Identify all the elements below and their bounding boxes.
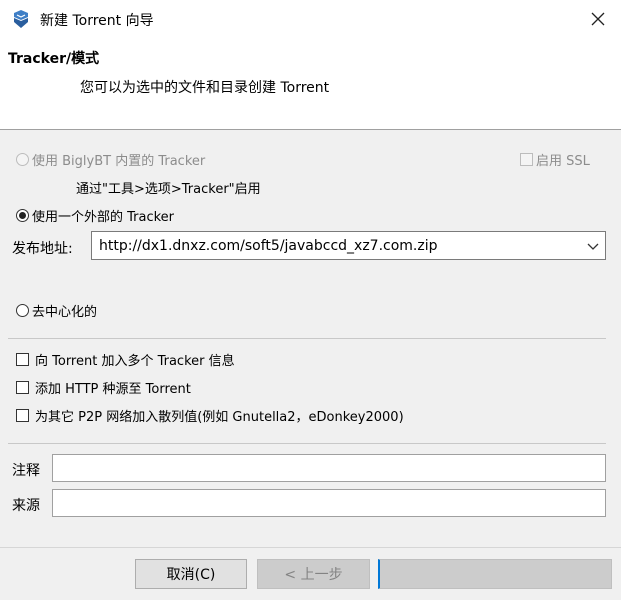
external-tracker-label: 使用一个外部的 Tracker: [32, 210, 175, 225]
external-tracker-option[interactable]: 使用一个外部的 Tracker: [16, 206, 174, 225]
title-bar: 新建 Torrent 向导: [0, 0, 621, 38]
comment-field[interactable]: [52, 454, 606, 482]
p2p-hashes-checkbox[interactable]: [16, 409, 29, 422]
internal-tracker-hint-text: 通过"工具>选项>Tracker"启用: [76, 182, 261, 197]
internal-tracker-label: 使用 BiglyBT 内置的 Tracker: [32, 154, 206, 169]
ssl-option[interactable]: 启用 SSL: [520, 150, 590, 169]
comment-label: 注释: [12, 463, 40, 479]
internal-tracker-option[interactable]: 使用 BiglyBT 内置的 Tracker: [16, 150, 205, 169]
separator: [8, 443, 606, 444]
announce-url-label: 发布地址:: [12, 241, 73, 257]
window-title: 新建 Torrent 向导: [40, 13, 154, 29]
multi-tracker-label: 向 Torrent 加入多个 Tracker 信息: [35, 354, 235, 369]
separator: [8, 338, 606, 339]
http-seeds-option[interactable]: 添加 HTTP 种源至 Torrent: [16, 378, 191, 397]
close-icon: [591, 12, 605, 26]
p2p-hashes-option[interactable]: 为其它 P2P 网络加入散列值(例如 Gnutella2，eDonkey2000…: [16, 406, 404, 425]
ssl-label: 启用 SSL: [536, 154, 590, 169]
footer-separator: [0, 547, 621, 548]
ssl-checkbox[interactable]: [520, 153, 533, 166]
http-seeds-label: 添加 HTTP 种源至 Torrent: [35, 382, 191, 397]
announce-url-value[interactable]: http://dx1.dnxz.com/soft5/javabccd_xz7.c…: [99, 238, 438, 254]
chevron-down-icon[interactable]: [587, 240, 599, 252]
back-button[interactable]: < 上一步: [257, 559, 370, 589]
wizard-header: Tracker/模式 您可以为选中的文件和目录创建 Torrent: [0, 38, 621, 130]
source-field[interactable]: [52, 489, 606, 517]
multi-tracker-checkbox[interactable]: [16, 353, 29, 366]
http-seeds-checkbox[interactable]: [16, 381, 29, 394]
multi-tracker-option[interactable]: 向 Torrent 加入多个 Tracker 信息: [16, 350, 235, 369]
decentralized-option[interactable]: 去中心化的: [16, 301, 97, 320]
decentralized-radio[interactable]: [16, 304, 29, 317]
external-tracker-radio[interactable]: [16, 209, 29, 222]
internal-tracker-radio[interactable]: [16, 153, 29, 166]
source-label: 来源: [12, 498, 40, 514]
cancel-button[interactable]: 取消(C): [135, 559, 247, 589]
close-button[interactable]: [575, 0, 621, 38]
app-icon: [14, 10, 28, 28]
announce-url-combo[interactable]: http://dx1.dnxz.com/soft5/javabccd_xz7.c…: [91, 231, 606, 260]
page-description: 您可以为选中的文件和目录创建 Torrent: [80, 80, 330, 96]
next-button[interactable]: [378, 559, 612, 589]
page-title: Tracker/模式: [8, 51, 100, 67]
internal-tracker-hint: 通过"工具>选项>Tracker"启用: [76, 178, 261, 197]
decentralized-label: 去中心化的: [32, 305, 98, 320]
p2p-hashes-label: 为其它 P2P 网络加入散列值(例如 Gnutella2，eDonkey2000…: [35, 410, 404, 425]
